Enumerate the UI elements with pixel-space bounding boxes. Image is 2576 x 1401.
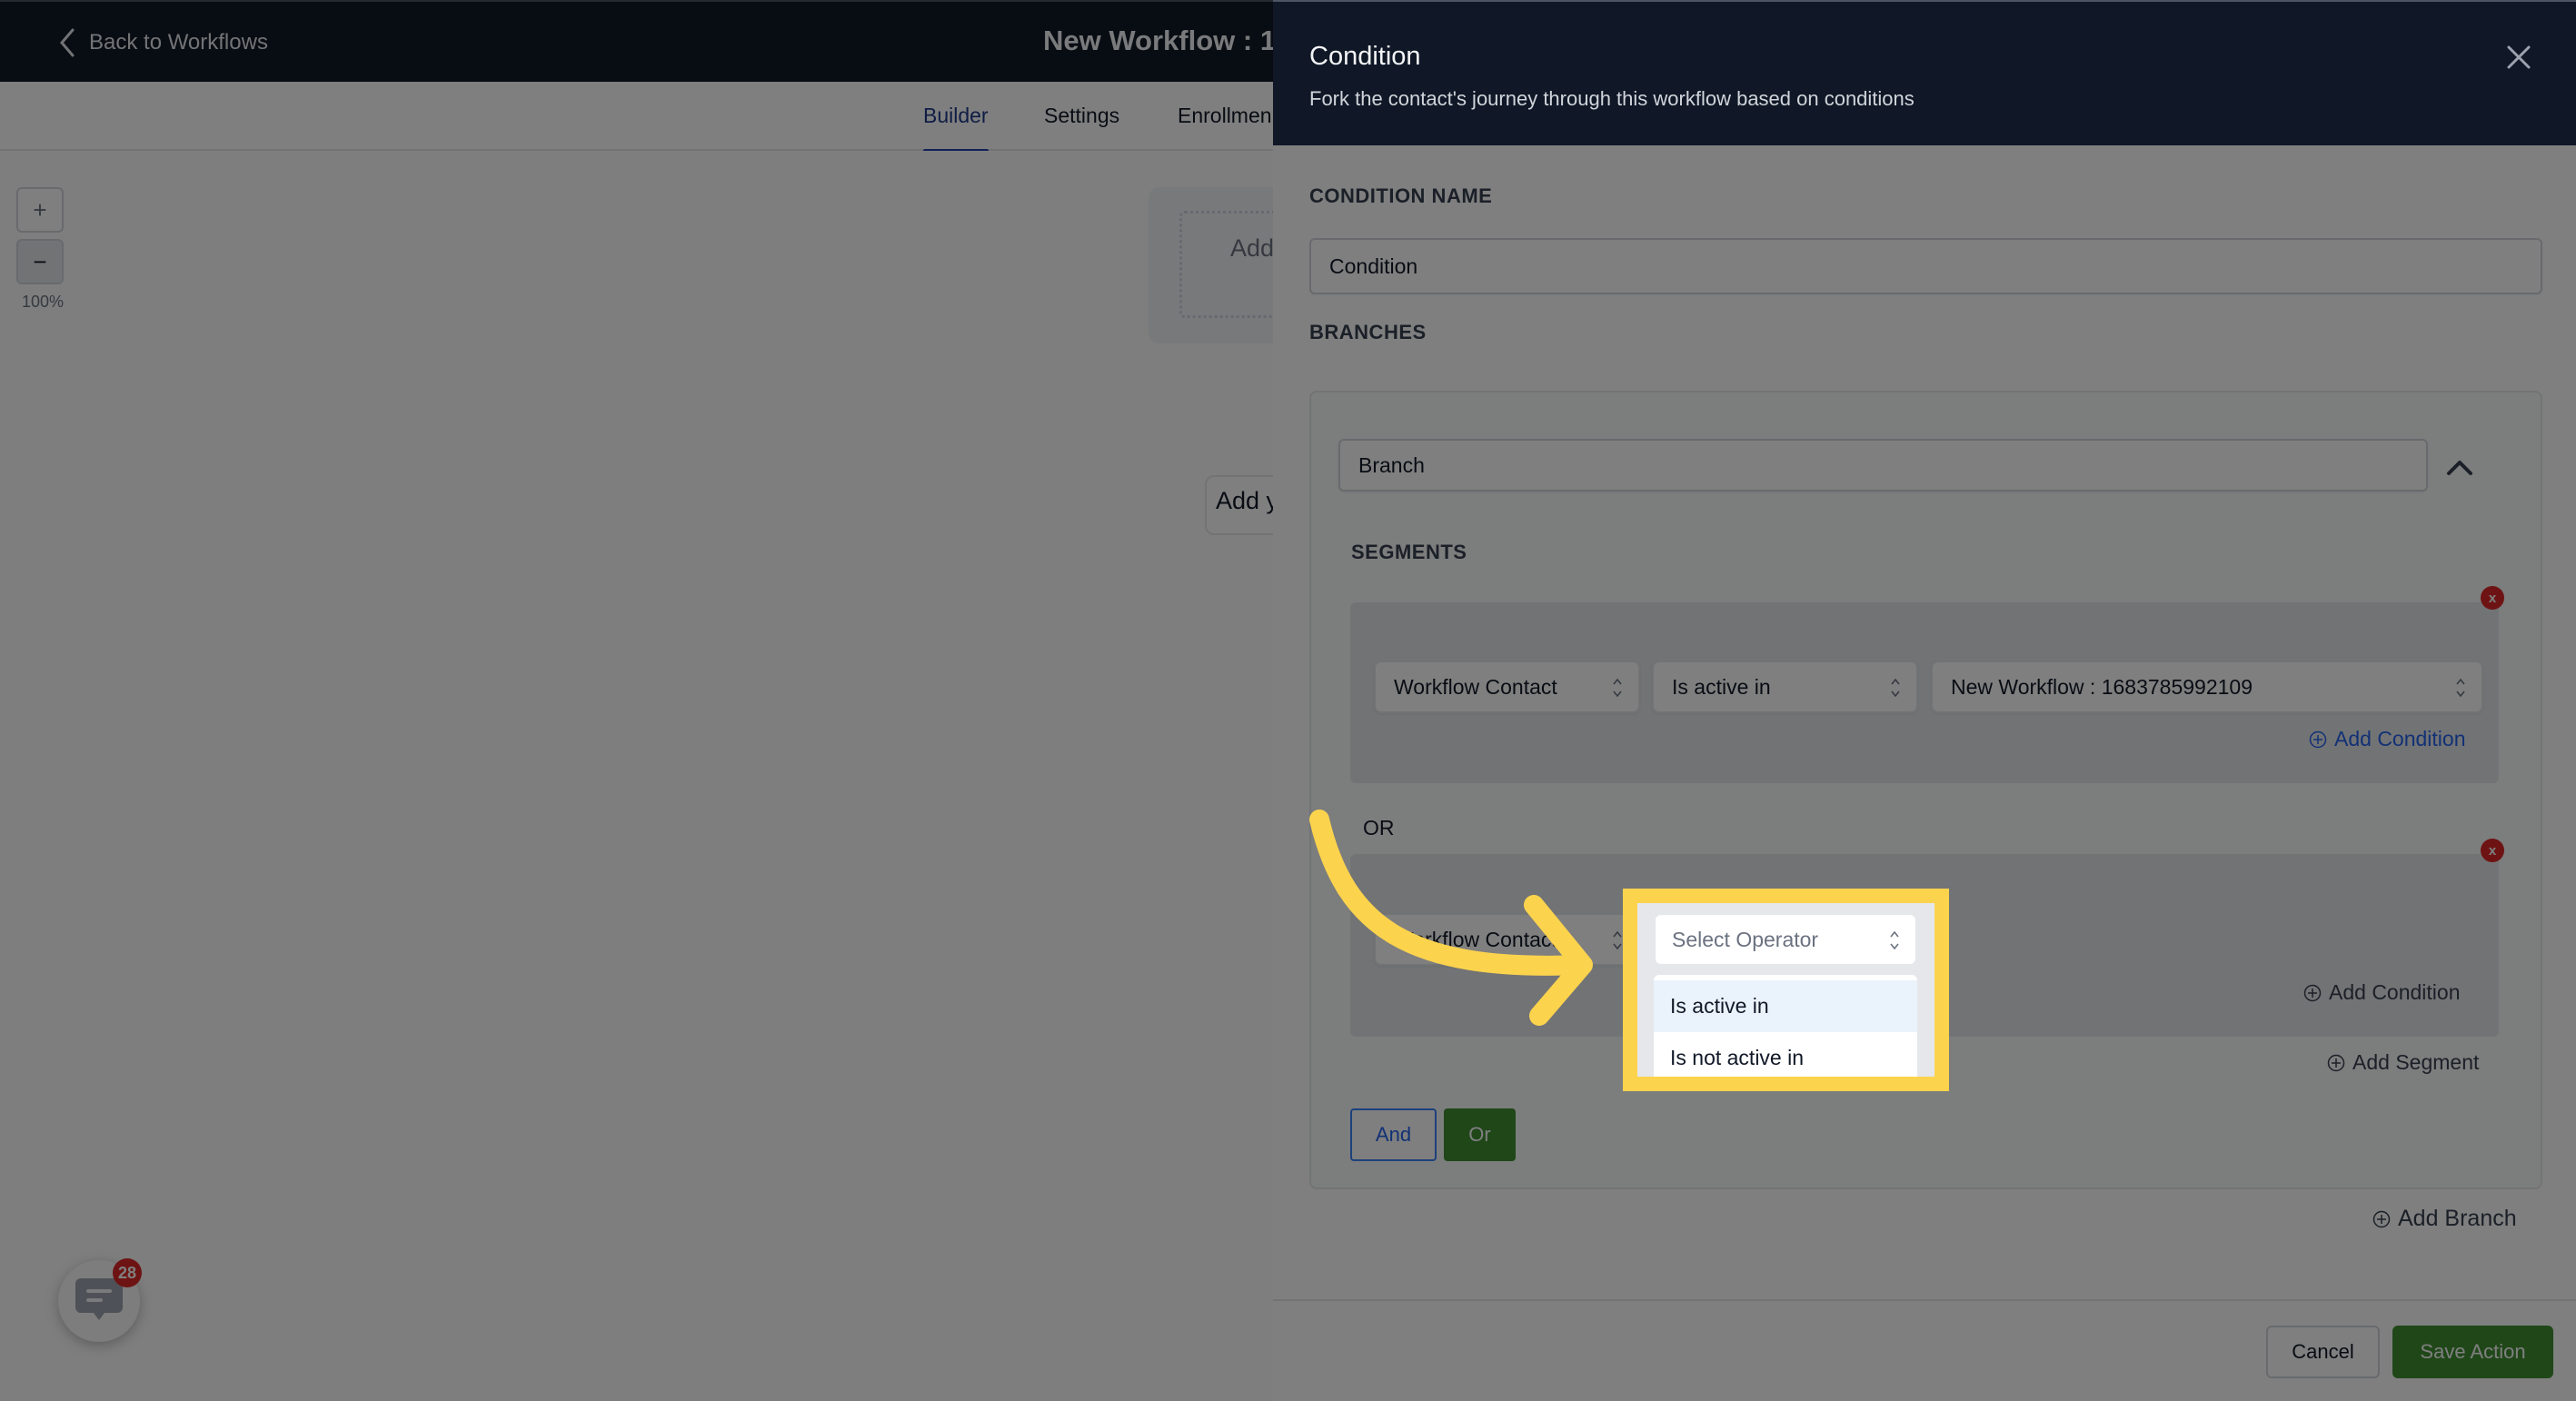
add-condition-label: Add Condition (2334, 727, 2466, 750)
segment-2-operator-select[interactable]: Select Operator (1654, 913, 1917, 966)
select-value: Workflow Contact (1394, 674, 1557, 699)
segments-label: SEGMENTS (1351, 541, 1467, 563)
plus-circle-icon (2309, 730, 2327, 748)
drawer-subtitle: Fork the contact's journey through this … (1309, 87, 1915, 110)
cancel-button[interactable]: Cancel (2266, 1326, 2380, 1378)
select-placeholder: Select Operator (1672, 927, 1819, 951)
drawer-footer: Cancel Save Action (1273, 1299, 2576, 1401)
chevron-up-icon[interactable] (2442, 450, 2478, 486)
chevron-updown-icon (1613, 930, 1622, 950)
chevron-updown-icon (2456, 678, 2465, 698)
segment-1-value-select[interactable]: New Workflow : 1683785992109 (1931, 661, 2483, 713)
select-value: Is active in (1672, 674, 1771, 699)
save-action-button[interactable]: Save Action (2392, 1326, 2553, 1378)
condition-name-label: CONDITION NAME (1309, 184, 1493, 207)
add-branch-link[interactable]: Add Branch (2372, 1206, 2517, 1232)
drawer-header: Condition Fork the contact's journey thr… (1273, 0, 2576, 145)
chevron-updown-icon (1613, 678, 1622, 698)
add-condition-label: Add Condition (2329, 980, 2461, 1004)
plus-circle-icon (2372, 1210, 2391, 1227)
segment-1-field-select[interactable]: Workflow Contact (1374, 661, 1640, 713)
remove-segment-2-button[interactable]: x (2481, 839, 2504, 862)
operator-option-is-not-active-in[interactable]: Is not active in (1654, 1032, 1917, 1077)
close-icon[interactable] (2505, 44, 2532, 71)
plus-circle-icon (2303, 984, 2322, 1001)
condition-drawer: Condition Fork the contact's journey thr… (1273, 0, 2576, 1401)
drawer-title: Condition (1309, 42, 1421, 71)
and-button[interactable]: And (1350, 1108, 1437, 1161)
segment-2-field-select[interactable]: Workflow Contact (1374, 913, 1640, 966)
plus-circle-icon (2327, 1054, 2345, 1071)
remove-segment-1-button[interactable]: x (2481, 586, 2504, 610)
segment-2-add-condition-link[interactable]: Add Condition (2303, 980, 2461, 1005)
branch-name-input[interactable]: Branch (1338, 439, 2428, 492)
segment-1-operator-select[interactable]: Is active in (1652, 661, 1918, 713)
chevron-updown-icon (1890, 930, 1899, 950)
segment-joiner-or: OR (1363, 816, 1395, 840)
select-value: New Workflow : 1683785992109 (1951, 674, 2253, 699)
add-segment-link[interactable]: Add Segment (2327, 1050, 2479, 1075)
branches-label: BRANCHES (1309, 321, 1427, 343)
select-value: Workflow Contact (1394, 927, 1557, 951)
add-branch-label: Add Branch (2398, 1206, 2517, 1231)
condition-name-input[interactable]: Condition (1309, 238, 2542, 294)
or-button[interactable]: Or (1444, 1108, 1516, 1161)
add-segment-label: Add Segment (2352, 1050, 2480, 1074)
drawer-body: CONDITION NAME Condition BRANCHES Branch… (1273, 145, 2576, 1299)
operator-option-is-active-in[interactable]: Is active in (1654, 980, 1917, 1032)
segment-1-add-condition-link[interactable]: Add Condition (2309, 727, 2466, 751)
chevron-updown-icon (1891, 678, 1900, 698)
operator-dropdown-menu: Is active in Is not active in (1654, 975, 1917, 1077)
